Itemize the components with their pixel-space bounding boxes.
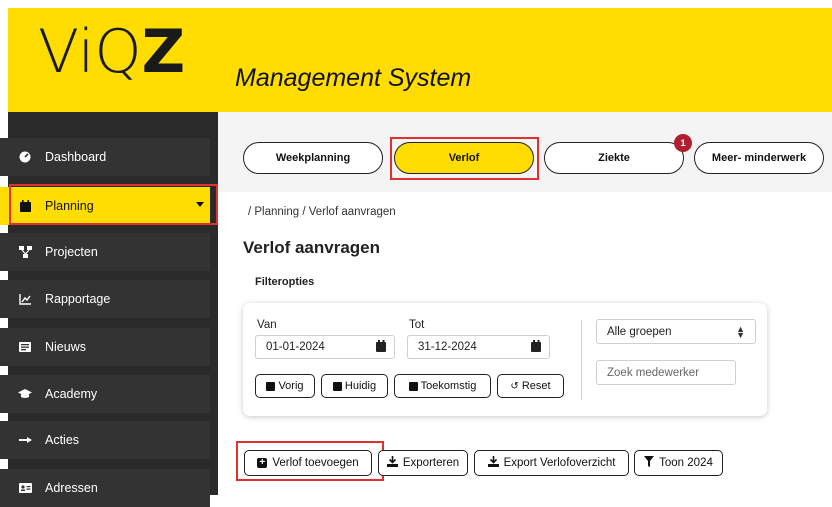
button-label: Huidig [344, 380, 377, 392]
calendar-icon [408, 381, 418, 391]
calendar-icon [531, 340, 541, 352]
undo-icon: ↺ [510, 380, 519, 392]
sidebar-item-label: Nieuws [45, 340, 86, 354]
sidebar-item-label: Dashboard [45, 150, 107, 164]
graduation-cap-icon [18, 387, 32, 401]
button-label: Exporteren [402, 457, 460, 469]
download-icon [487, 456, 499, 470]
button-label: Toekomstig [420, 380, 477, 392]
export-overview-button[interactable]: Export Verlofoverzicht [474, 450, 629, 476]
van-date-value: 01-01-2024 [266, 341, 325, 353]
newspaper-icon [18, 340, 32, 354]
export-button[interactable]: Exporteren [378, 450, 468, 476]
button-label: Vorig [278, 380, 304, 392]
sidebar-item-label: Planning [45, 199, 94, 213]
dashboard-icon [18, 150, 32, 164]
sidebar-item-projecten[interactable]: Projecten [0, 233, 210, 271]
button-label: Reset [521, 380, 551, 392]
notification-badge: 1 [674, 134, 692, 152]
vorig-button[interactable]: Vorig [255, 374, 315, 398]
button-label: Export Verlofoverzicht [503, 457, 616, 469]
calendar-icon [266, 381, 276, 391]
sidebar-item-acties[interactable]: Acties [0, 421, 210, 459]
sidebar-item-label: Rapportage [45, 292, 111, 306]
tab-ziekte[interactable]: Ziekte [544, 142, 684, 174]
address-card-icon [18, 481, 32, 495]
tot-date-value: 31-12-2024 [418, 341, 477, 353]
group-select[interactable]: Alle groepen ▲ ▼ [596, 319, 756, 344]
sidebar-item-label: Acties [45, 433, 80, 447]
button-label: Verlof toevoegen [272, 457, 359, 469]
sidebar-item-nieuws[interactable]: Nieuws [0, 328, 210, 366]
tab-label: Verlof [448, 152, 480, 164]
filter-options-title: Filteropties [255, 276, 315, 288]
calendar-icon [18, 199, 32, 213]
caret-down-icon [196, 202, 204, 207]
sitemap-icon [18, 245, 32, 259]
sidebar-item-label: Academy [45, 387, 98, 401]
tab-verlof[interactable]: Verlof [394, 142, 534, 174]
add-leave-button[interactable]: + Verlof toevoegen [244, 450, 372, 476]
calendar-icon [332, 381, 342, 391]
filter-icon [644, 456, 655, 470]
sidebar-item-adressen[interactable]: Adressen [0, 469, 210, 507]
employee-search-input[interactable] [596, 360, 736, 385]
tot-date-input[interactable]: 31-12-2024 [407, 335, 550, 359]
select-arrows-icon: ▲ ▼ [736, 324, 745, 340]
hand-pointer-icon [18, 433, 32, 447]
show-year-button[interactable]: Toon 2024 [634, 450, 723, 476]
tab-label: Weekplanning [275, 152, 351, 164]
sidebar-item-label: Adressen [45, 481, 98, 495]
tot-label: Tot [409, 319, 425, 331]
van-label: Van [257, 319, 277, 331]
sidebar-item-academy[interactable]: Academy [0, 375, 210, 413]
app-subtitle: Management System [235, 64, 472, 92]
toekomstig-button[interactable]: Toekomstig [394, 374, 491, 398]
viqz-logo[interactable]: ViQZ [38, 22, 185, 82]
sidebar-item-label: Projecten [45, 245, 98, 259]
van-date-input[interactable]: 01-01-2024 [255, 335, 395, 359]
app-header: ViQZ Management System [8, 8, 832, 112]
calendar-icon [376, 340, 386, 352]
sidebar-item-dashboard[interactable]: Dashboard [0, 138, 210, 176]
download-icon [386, 456, 398, 470]
sidebar-item-planning[interactable]: Planning [0, 187, 210, 225]
tab-label: Meer- minderwerk [711, 152, 807, 164]
sidebar-item-rapportage[interactable]: Rapportage [0, 280, 210, 318]
chart-icon [18, 292, 32, 306]
group-select-value: Alle groepen [607, 325, 672, 338]
logo-text-z: Z [141, 17, 186, 87]
breadcrumb[interactable]: / Planning / Verlof aanvragen [248, 206, 396, 218]
reset-button[interactable]: ↺ Reset [497, 374, 564, 398]
logo-text: ViQ [38, 17, 142, 87]
filter-divider [581, 320, 582, 400]
tab-label: Ziekte [598, 152, 630, 164]
huidig-button[interactable]: Huidig [321, 374, 388, 398]
tab-meer-minderwerk[interactable]: Meer- minderwerk [694, 142, 824, 174]
tab-weekplanning[interactable]: Weekplanning [243, 142, 383, 174]
plus-square-icon: + [257, 458, 268, 468]
page-title: Verlof aanvragen [243, 238, 381, 257]
button-label: Toon 2024 [659, 457, 713, 469]
